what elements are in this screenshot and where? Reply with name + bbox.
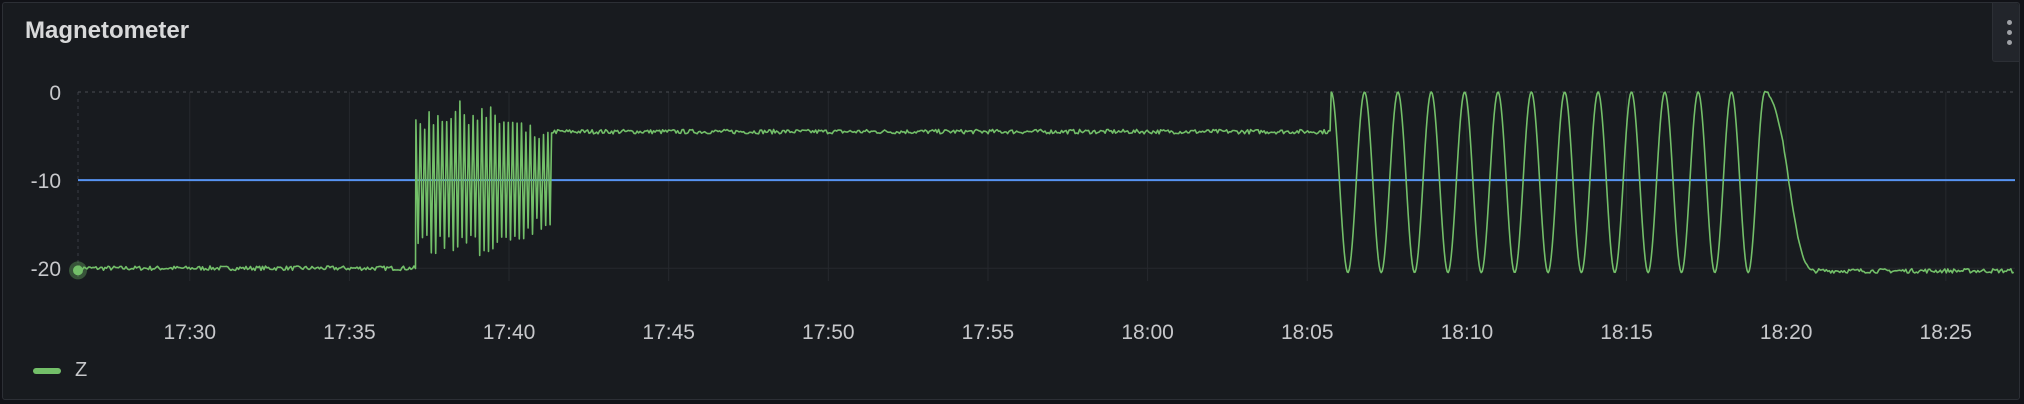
x-tick-label: 18:00	[1121, 321, 1174, 344]
x-tick-label: 18:20	[1760, 321, 1813, 344]
y-tick-label: 0	[49, 82, 61, 105]
x-tick-label: 17:35	[323, 321, 376, 344]
chart-panel: Magnetometer 17:30 17:35 17:40 17:45 17:50 17…	[2, 2, 2020, 400]
x-tick-label: 17:30	[163, 321, 216, 344]
legend-label-z: Z	[75, 359, 88, 381]
legend-swatch-z	[33, 367, 61, 374]
x-tick-label: 18:05	[1281, 321, 1334, 344]
x-tick-label: 18:25	[1920, 321, 1973, 344]
x-tick-label: 17:50	[802, 321, 855, 344]
x-tick-label: 17:55	[962, 321, 1015, 344]
y-tick-label: -10	[31, 170, 61, 193]
legend[interactable]: Z	[33, 359, 87, 382]
x-tick-label: 18:10	[1441, 321, 1494, 344]
x-tick-label: 17:45	[642, 321, 695, 344]
x-tick-label: 17:40	[483, 321, 536, 344]
y-tick-label: -20	[31, 258, 61, 281]
point-marker	[73, 265, 83, 276]
line-chart: 17:30 17:35 17:40 17:45 17:50 17:55 18:00 18:05…	[31, 82, 2015, 344]
x-tick-label: 18:15	[1600, 321, 1653, 344]
series-line-z	[77, 90, 2015, 274]
